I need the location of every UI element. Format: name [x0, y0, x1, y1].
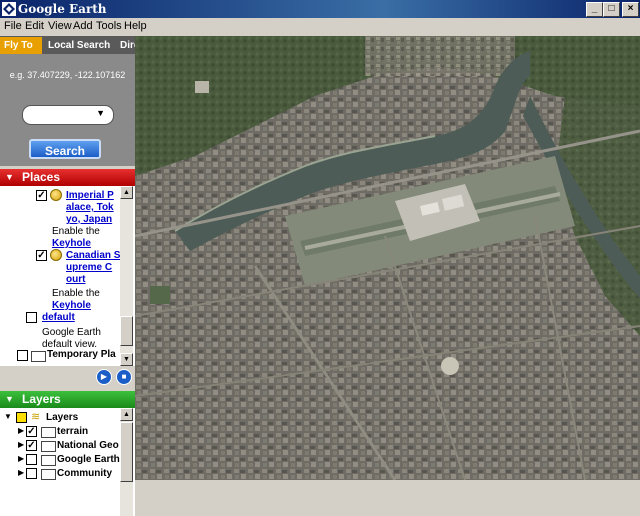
layers-root-label: Layers: [46, 412, 79, 423]
placemark-icon: [50, 249, 62, 261]
chevron-down-icon[interactable]: ▼: [96, 108, 105, 118]
collapse-triangle-icon[interactable]: ▼: [5, 169, 14, 186]
layers-stack-icon: ≋: [31, 411, 41, 423]
stop-icon[interactable]: ■: [116, 369, 132, 385]
close-button[interactable]: ×: [622, 2, 639, 17]
title-bar: Google Earth _ □ ×: [0, 0, 640, 18]
national-geo-checkbox[interactable]: ✓: [26, 440, 37, 451]
canadian-supreme-court-checkbox[interactable]: ✓: [36, 250, 47, 261]
terrain-checkbox[interactable]: ✓: [26, 426, 37, 437]
place-imperial-palace[interactable]: Imperial P alace, Tok yo, Japan: [66, 190, 114, 226]
layers-scrollbar[interactable]: ▲: [120, 408, 133, 516]
expand-arrow-icon[interactable]: ▶: [18, 426, 24, 435]
tab-directions[interactable]: Dire: [116, 37, 135, 54]
search-button[interactable]: Search: [29, 139, 101, 159]
default-checkbox[interactable]: [26, 312, 37, 323]
layers-root-row[interactable]: ▼ ≋ Layers: [0, 411, 120, 425]
menu-tools[interactable]: Tools: [96, 20, 122, 32]
layer-terrain[interactable]: ▶ ✓ terrain: [0, 425, 120, 439]
folder-icon: [41, 441, 56, 452]
expand-arrow-icon[interactable]: ▼: [4, 412, 12, 421]
folder-icon: [41, 455, 56, 466]
expand-arrow-icon[interactable]: ▶: [18, 440, 24, 449]
layer-label: terrain: [57, 426, 89, 437]
place-default[interactable]: default: [42, 312, 75, 324]
layers-root-checkbox[interactable]: [16, 412, 27, 423]
keyhole-link[interactable]: Keyhole: [52, 238, 91, 250]
satellite-imagery[interactable]: [135, 36, 640, 480]
left-pane: Fly To Local Search Dire e.g. 37.407229,…: [0, 36, 135, 516]
folder-icon: [31, 351, 46, 362]
window-title: Google Earth: [18, 2, 107, 16]
tab-fly-to[interactable]: Fly To: [0, 37, 42, 54]
expand-arrow-icon[interactable]: ▶: [18, 454, 24, 463]
scroll-thumb[interactable]: [120, 316, 133, 346]
fly-to-hint: e.g. 37.407229, -122.107162: [9, 70, 126, 80]
menu-add[interactable]: Add: [73, 20, 93, 32]
community-checkbox[interactable]: [26, 468, 37, 479]
scroll-down-icon[interactable]: ▼: [120, 353, 133, 366]
scroll-thumb[interactable]: [120, 422, 133, 482]
placemark-icon: [50, 189, 62, 201]
minimize-button[interactable]: _: [586, 2, 603, 17]
imperial-palace-checkbox[interactable]: ✓: [36, 190, 47, 201]
menu-view[interactable]: View: [48, 20, 72, 32]
default-description: Google Earth default view.: [42, 327, 101, 350]
layer-google-earth[interactable]: ▶ Google Earth: [0, 453, 120, 467]
search-tabs: Fly To Local Search Dire: [0, 36, 135, 54]
menu-bar: File Edit View Add Tools Help: [0, 18, 640, 34]
layer-community[interactable]: ▶ Community: [0, 467, 120, 481]
places-header-label: Places: [22, 170, 61, 184]
scroll-up-icon[interactable]: ▲: [120, 408, 133, 421]
layer-label: National Geo: [57, 440, 119, 451]
play-icon[interactable]: ▶: [96, 369, 112, 385]
places-list: ✓ Imperial P alace, Tok yo, Japan Enable…: [0, 186, 135, 366]
places-scrollbar[interactable]: ▲ ▼: [120, 186, 133, 366]
keyhole-link[interactable]: Keyhole: [52, 300, 91, 312]
temporary-places-checkbox[interactable]: [17, 350, 28, 361]
layer-label: Google Earth: [57, 454, 120, 465]
places-header[interactable]: ▼ Places: [0, 169, 135, 186]
google-earth-checkbox[interactable]: [26, 454, 37, 465]
fly-to-input[interactable]: ▼: [22, 105, 114, 125]
earth-3d-viewer[interactable]: [135, 36, 640, 480]
place-description: Enable the: [52, 226, 100, 237]
maximize-button[interactable]: □: [603, 2, 620, 17]
temporary-places-folder[interactable]: Temporary Pla: [47, 349, 116, 361]
layers-header[interactable]: ▼ Layers: [0, 391, 135, 408]
place-canadian-supreme-court[interactable]: Canadian S upreme C ourt: [66, 250, 120, 286]
expand-arrow-icon[interactable]: ▶: [18, 468, 24, 477]
tab-local-search[interactable]: Local Search: [44, 37, 116, 54]
tour-controls: ▶ ■: [0, 366, 135, 388]
place-description: Enable the: [52, 288, 100, 299]
google-earth-app-icon: [2, 2, 16, 16]
menu-help[interactable]: Help: [124, 20, 147, 32]
collapse-triangle-icon[interactable]: ▼: [5, 391, 14, 408]
menu-edit[interactable]: Edit: [25, 20, 44, 32]
layers-header-label: Layers: [22, 392, 61, 406]
menu-file[interactable]: File: [4, 20, 22, 32]
layer-label: Community: [57, 468, 112, 479]
layers-list: ▼ ≋ Layers ▶ ✓ terrain ▶ ✓ National Geo …: [0, 408, 135, 516]
fly-to-panel: e.g. 37.407229, -122.107162 ▼ Search: [0, 54, 135, 166]
folder-icon: [41, 427, 56, 438]
scroll-up-icon[interactable]: ▲: [120, 186, 133, 199]
folder-icon: [41, 469, 56, 480]
layer-national-geo[interactable]: ▶ ✓ National Geo: [0, 439, 120, 453]
